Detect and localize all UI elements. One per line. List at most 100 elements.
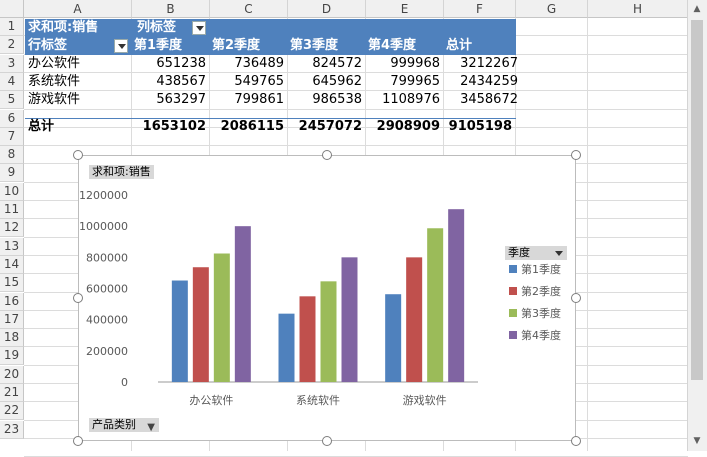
legend-swatch [509,287,517,295]
row-header-5[interactable]: 5 [0,91,24,110]
row-header-15[interactable]: 15 [0,274,24,293]
pivot-value-label[interactable]: 求和项:销售 [28,19,98,37]
resize-handle-nw[interactable] [73,150,83,160]
resize-handle-n[interactable] [322,150,332,160]
column-header-D[interactable]: D [288,0,366,18]
row-header-12[interactable]: 12 [0,219,24,238]
column-header-A[interactable]: A [24,0,132,18]
total-cell[interactable]: 9105198 [444,118,516,136]
pivot-header-band [25,19,516,55]
axis-field-label: 产品类别 [92,418,136,431]
value-cell[interactable]: 3212267 [444,55,522,73]
header-total[interactable]: 总计 [446,37,472,55]
column-header-F[interactable]: F [444,0,516,18]
bar [341,257,358,382]
column-header-G[interactable]: G [516,0,588,18]
pivot-column-label[interactable]: 列标签 [137,19,176,37]
vertical-scrollbar[interactable]: ▲ ▼ [687,0,707,451]
row-header-13[interactable]: 13 [0,237,24,256]
y-tick-label: 800000 [86,251,128,264]
value-cell[interactable]: 651238 [132,55,210,73]
axis-field-button[interactable]: 产品类别 ▼ [89,418,159,433]
row-header-16[interactable]: 16 [0,292,24,311]
scroll-up-icon[interactable]: ▲ [690,2,704,16]
total-cell[interactable]: 2086115 [210,118,288,136]
row-header-14[interactable]: 14 [0,255,24,274]
column-header-B[interactable]: B [132,0,210,18]
bar [192,267,209,382]
value-cell[interactable]: 799861 [210,91,288,109]
y-tick-label: 400000 [86,314,128,327]
row-filter-dropdown[interactable] [114,39,128,53]
header-q2[interactable]: 第2季度 [212,37,260,55]
chart-value-field-button[interactable]: 求和项:销售 [89,165,154,179]
scroll-thumb[interactable] [691,20,703,380]
row-header-3[interactable]: 3 [0,54,24,73]
bar [448,209,465,382]
row-header-17[interactable]: 17 [0,310,24,329]
row-label[interactable]: 系统软件 [28,73,80,91]
resize-handle-w[interactable] [73,293,83,303]
y-tick-label: 200000 [86,345,128,358]
legend-entry: 第4季度 [521,328,561,342]
column-header-H[interactable]: H [588,0,688,18]
row-header-20[interactable]: 20 [0,365,24,384]
resize-handle-s[interactable] [322,436,332,446]
row-header-8[interactable]: 8 [0,146,24,165]
total-cell[interactable]: 2457072 [288,118,366,136]
row-header-18[interactable]: 18 [0,329,24,348]
column-header-C[interactable]: C [210,0,288,18]
row-header-9[interactable]: 9 [0,164,24,183]
value-cell[interactable]: 645962 [288,73,366,91]
value-cell[interactable]: 3458672 [444,91,522,109]
legend-field-label: 季度 [508,246,530,259]
legend-swatch [509,331,517,339]
value-cell[interactable]: 438567 [132,73,210,91]
pivot-row-label[interactable]: 行标签 [28,37,67,55]
column-filter-dropdown[interactable] [192,21,206,35]
row-label[interactable]: 游戏软件 [28,91,80,109]
value-cell[interactable]: 799965 [366,73,444,91]
header-q1[interactable]: 第1季度 [134,37,182,55]
value-cell[interactable]: 824572 [288,55,366,73]
y-tick-label: 0 [121,376,128,389]
resize-handle-ne[interactable] [571,150,581,160]
value-cell[interactable]: 563297 [132,91,210,109]
total-cell[interactable]: 2908909 [366,118,444,136]
row-header-22[interactable]: 22 [0,402,24,421]
row-header-19[interactable]: 19 [0,347,24,366]
resize-handle-sw[interactable] [73,436,83,446]
resize-handle-e[interactable] [571,293,581,303]
row-header-10[interactable]: 10 [0,182,24,201]
row-header-4[interactable]: 4 [0,72,24,91]
bar [213,253,230,382]
row-header-1[interactable]: 1 [0,18,24,36]
value-cell[interactable]: 736489 [210,55,288,73]
value-cell[interactable]: 1108976 [366,91,444,109]
value-cell[interactable]: 2434259 [444,73,522,91]
row-header-2[interactable]: 2 [0,36,24,55]
row-header-7[interactable]: 7 [0,127,24,146]
row-header-11[interactable]: 11 [0,201,24,219]
gridline [587,18,588,451]
resize-handle-se[interactable] [571,436,581,446]
row-header-21[interactable]: 21 [0,384,24,402]
legend-field-button[interactable]: 季度 [505,246,567,260]
scroll-down-icon[interactable]: ▼ [690,434,704,448]
value-cell[interactable]: 549765 [210,73,288,91]
header-q4[interactable]: 第4季度 [368,37,416,55]
total-cell[interactable]: 1653102 [132,118,210,136]
row-header-6[interactable]: 6 [0,109,24,128]
x-tick-label: 办公软件 [189,393,233,407]
row-header-23[interactable]: 23 [0,420,24,439]
legend-entry: 第1季度 [521,262,561,276]
total-label[interactable]: 总计 [28,118,54,136]
row-label[interactable]: 办公软件 [28,55,80,73]
pivot-chart[interactable]: 0 200000 400000 600000 800000 1000000 1200000 办… [78,155,576,441]
legend-entry: 第3季度 [521,306,561,320]
column-header-E[interactable]: E [366,0,444,18]
select-all-corner[interactable] [0,0,24,18]
value-cell[interactable]: 986538 [288,91,366,109]
value-cell[interactable]: 999968 [366,55,444,73]
header-q3[interactable]: 第3季度 [290,37,338,55]
